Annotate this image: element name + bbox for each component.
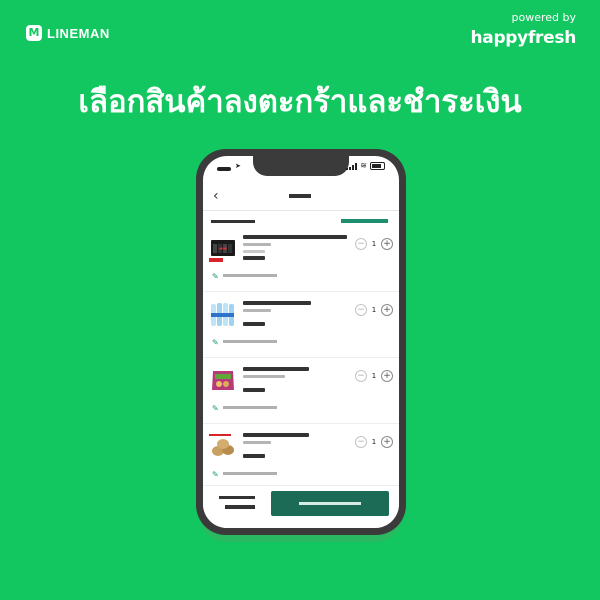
- plus-icon[interactable]: +: [381, 436, 393, 448]
- product-size: [243, 375, 285, 378]
- pencil-icon[interactable]: ✎: [212, 470, 219, 479]
- product-price: [243, 256, 265, 260]
- product-size: [243, 243, 271, 246]
- product-name: [243, 301, 311, 305]
- minus-icon[interactable]: −: [355, 436, 367, 448]
- lineman-badge-icon: M: [26, 25, 42, 41]
- quantity-stepper: − 1 +: [355, 370, 393, 382]
- powered-by: powered by happyfresh: [470, 11, 576, 48]
- quantity-value: 1: [371, 438, 377, 446]
- add-note-link[interactable]: [223, 274, 277, 277]
- total-value: [225, 505, 255, 509]
- minus-icon[interactable]: −: [355, 370, 367, 382]
- quantity-stepper: − 1 +: [355, 238, 393, 250]
- wifi-icon: ≋: [360, 161, 367, 170]
- store-link[interactable]: [341, 219, 388, 223]
- back-arrow-icon[interactable]: ‹: [213, 188, 219, 204]
- product-price: [243, 322, 265, 326]
- happyfresh-logo: happyfresh: [470, 28, 576, 48]
- phone-screen: ➤ ≋ ‹ ▰▰ − 1 + ✎ − 1 + ✎ − 1 + ✎ − 1 + ✎: [203, 156, 399, 528]
- product-price: [243, 388, 265, 392]
- cart-item: ▰▰ − 1 + ✎: [203, 226, 399, 292]
- product-image-water[interactable]: [209, 300, 237, 328]
- checkout-bar: [203, 485, 399, 528]
- phone-notch: [253, 156, 349, 176]
- product-size: [243, 441, 271, 444]
- plus-icon[interactable]: +: [381, 238, 393, 250]
- product-size: [243, 309, 271, 312]
- pencil-icon[interactable]: ✎: [212, 404, 219, 413]
- battery-icon: [370, 162, 385, 170]
- product-name: [243, 367, 309, 371]
- minus-icon[interactable]: −: [355, 238, 367, 250]
- status-icons: ≋: [346, 162, 385, 170]
- quantity-value: 1: [371, 306, 377, 314]
- cart-item-list: ▰▰ − 1 + ✎ − 1 + ✎ − 1 + ✎ − 1 + ✎: [203, 226, 399, 490]
- checkout-button-label: [299, 502, 361, 505]
- plus-icon[interactable]: +: [381, 304, 393, 316]
- product-image-dried-fruit[interactable]: [209, 366, 237, 394]
- total-label: [219, 496, 255, 499]
- quantity-value: 1: [371, 372, 377, 380]
- pencil-icon[interactable]: ✎: [212, 338, 219, 347]
- brand-logo: M LINEMAN: [26, 25, 110, 41]
- quantity-value: 1: [371, 240, 377, 248]
- checkout-button[interactable]: [271, 491, 389, 516]
- cart-item: − 1 + ✎: [203, 424, 399, 490]
- status-time: [217, 167, 231, 171]
- product-image-energy-drink[interactable]: ▰▰: [209, 234, 237, 262]
- product-price: [243, 454, 265, 458]
- add-note-link[interactable]: [223, 340, 277, 343]
- signal-icon: [346, 162, 358, 170]
- nav-divider: [203, 210, 399, 211]
- location-arrow-icon: ➤: [235, 162, 241, 170]
- product-name: [243, 433, 309, 437]
- add-note-link[interactable]: [223, 406, 277, 409]
- product-name: [243, 235, 347, 239]
- add-note-link[interactable]: [223, 472, 277, 475]
- store-label: [211, 220, 255, 223]
- brand-name: LINEMAN: [47, 25, 110, 41]
- svg-text:▰▰: ▰▰: [219, 246, 227, 252]
- phone-mockup: ➤ ≋ ‹ ▰▰ − 1 + ✎ − 1 + ✎ − 1 + ✎ − 1 + ✎: [196, 149, 406, 535]
- cart-item: − 1 + ✎: [203, 358, 399, 424]
- pencil-icon[interactable]: ✎: [212, 272, 219, 281]
- minus-icon[interactable]: −: [355, 304, 367, 316]
- plus-icon[interactable]: +: [381, 370, 393, 382]
- product-image-potatoes[interactable]: [209, 432, 237, 460]
- product-unit: [243, 250, 265, 253]
- screen-title: [289, 194, 311, 198]
- cart-item: − 1 + ✎: [203, 292, 399, 358]
- headline: เลือกสินค้าลงตะกร้าและชำระเงิน: [78, 84, 522, 120]
- quantity-stepper: − 1 +: [355, 304, 393, 316]
- powered-by-label: powered by: [511, 11, 577, 24]
- quantity-stepper: − 1 +: [355, 436, 393, 448]
